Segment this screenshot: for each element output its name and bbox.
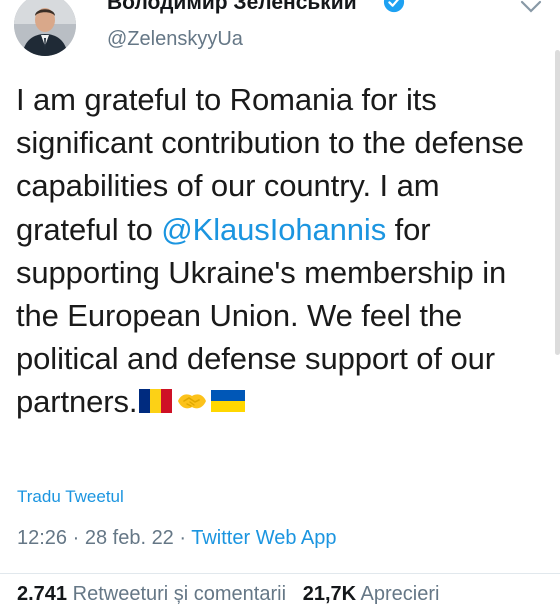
handshake-emoji — [178, 394, 207, 409]
tweet-meta: 12:26 · 28 feb. 22 · Twitter Web App — [17, 527, 337, 550]
tweet-stats: 2.741 Retweeturi și comentarii 21,7K Apr… — [17, 583, 439, 606]
retweets-stat[interactable]: 2.741 Retweeturi și comentarii — [17, 583, 286, 605]
ukraine-flag-emoji — [211, 390, 246, 413]
avatar[interactable] — [14, 0, 76, 56]
tweet-time[interactable]: 12:26 — [17, 527, 67, 549]
avatar-photo — [14, 0, 76, 56]
author-display-name[interactable]: Володимир Зеленський — [107, 0, 357, 15]
divider — [0, 573, 560, 574]
mention-link[interactable]: @KlausIohannis — [161, 212, 386, 247]
meta-separator: · — [67, 527, 85, 549]
retweets-count: 2.741 — [17, 583, 68, 605]
retweets-label: Retweeturi și comentarii — [72, 583, 287, 605]
tweet-source-link[interactable]: Twitter Web App — [191, 527, 336, 549]
translate-tweet-link[interactable]: Tradu Tweetul — [17, 487, 124, 507]
tweet-date[interactable]: 28 feb. 22 — [85, 527, 174, 549]
chevron-down-icon[interactable] — [520, 0, 542, 14]
verified-badge-icon — [383, 0, 405, 13]
tweet-text: I am grateful to Romania for its signifi… — [16, 78, 536, 424]
likes-count: 21,7K — [302, 583, 357, 605]
meta-separator: · — [173, 527, 192, 549]
romania-flag-emoji — [139, 389, 173, 414]
scrollbar[interactable] — [555, 50, 560, 355]
author-handle[interactable]: @ZelenskyyUa — [107, 28, 243, 51]
likes-label: Aprecieri — [360, 583, 440, 605]
likes-stat[interactable]: 21,7K Aprecieri — [303, 583, 440, 605]
